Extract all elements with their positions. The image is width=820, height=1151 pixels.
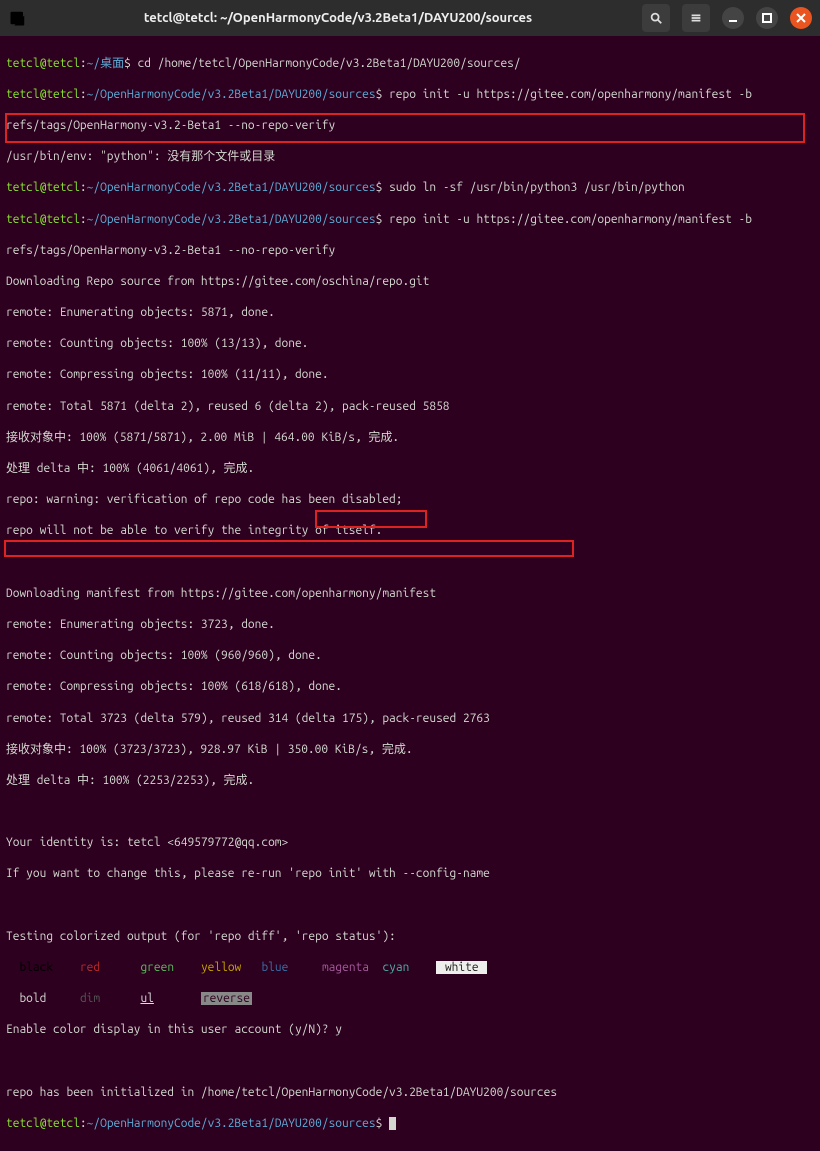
enable-answer: y [335,1023,342,1036]
terminal-output[interactable]: tetcl@tetcl:~/桌面$ cd /home/tetcl/OpenHar… [0,36,820,1151]
search-button[interactable] [642,4,670,32]
new-tab-icon[interactable] [8,8,28,28]
cmd-cd: cd /home/tetcl/OpenHarmonyCode/v3.2Beta1… [138,57,521,70]
cmd-repo-init-2: repo init -u https://gitee.com/openharmo… [389,213,759,226]
window-title: tetcl@tetcl: ~/OpenHarmonyCode/v3.2Beta1… [34,10,642,27]
env-error: /usr/bin/env: "python": 没有那个文件或目录 [6,150,275,163]
color-row-1: black red green yellow blue magenta cyan… [6,960,814,976]
cursor [389,1117,396,1130]
menu-button[interactable] [682,4,710,32]
maximize-button[interactable] [756,7,778,29]
cmd-repo-init-1: repo init -u https://gitee.com/openharmo… [389,88,759,101]
color-row-2: bold dim ul reverse [6,991,814,1007]
close-button[interactable] [790,7,812,29]
window-titlebar: tetcl@tetcl: ~/OpenHarmonyCode/v3.2Beta1… [0,0,820,36]
cmd-sudo-ln: sudo ln -sf /usr/bin/python3 /usr/bin/py… [389,181,685,194]
minimize-button[interactable] [722,7,744,29]
prompt-user: tetcl@tetcl [6,57,80,70]
repo-initialized: repo has been initialized in /home/tetcl… [6,1086,557,1099]
